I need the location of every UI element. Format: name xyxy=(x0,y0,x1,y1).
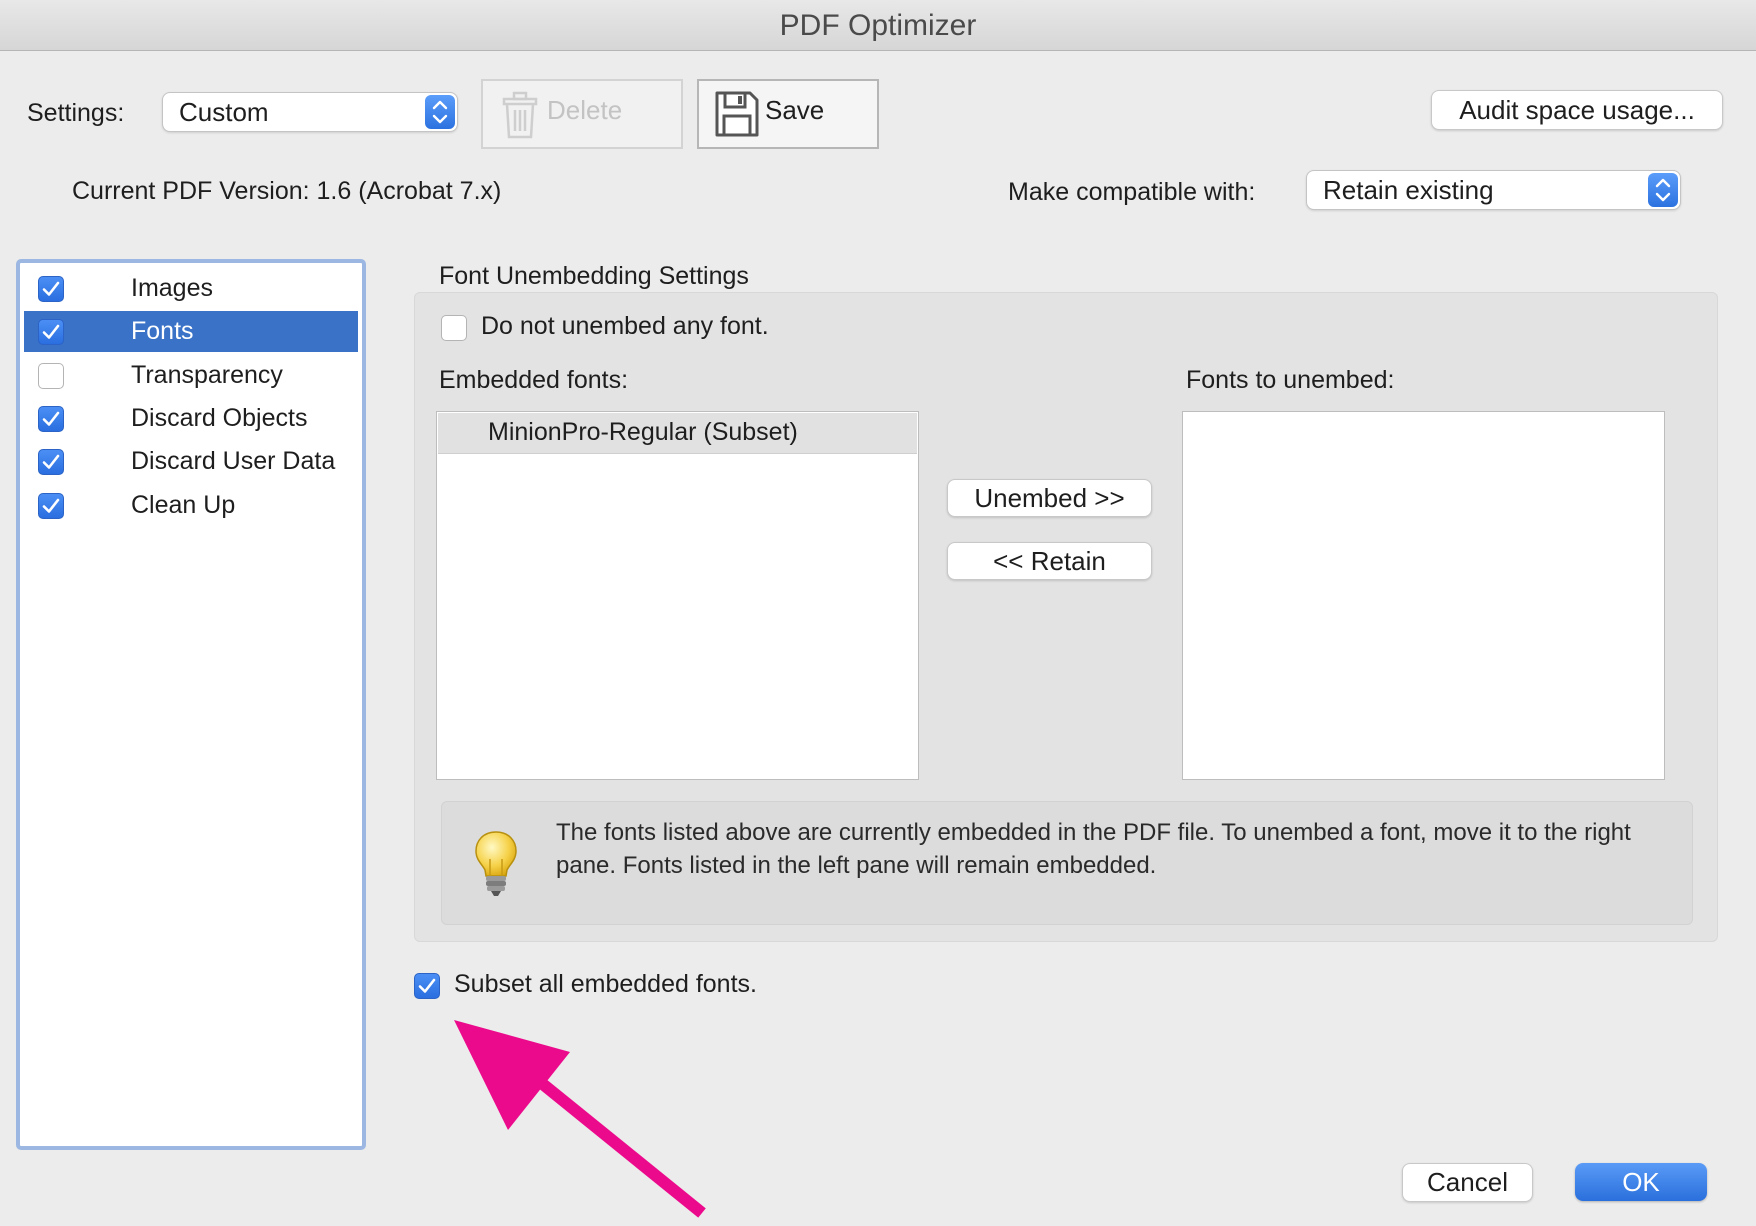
discard-objects-checkbox[interactable] xyxy=(38,406,64,432)
chevron-updown-icon xyxy=(1648,173,1678,207)
compatibility-dropdown-value: Retain existing xyxy=(1323,175,1494,205)
sidebar-item-discard-user-data[interactable]: Discard User Data xyxy=(24,441,358,482)
trash-icon xyxy=(498,89,542,146)
pdf-optimizer-dialog: PDF Optimizer Settings: Custom Delete Sa… xyxy=(0,0,1756,1226)
sidebar-item-label: Clean Up xyxy=(131,491,236,519)
sidebar-item-label: Discard Objects xyxy=(131,404,308,432)
subset-fonts-checkbox[interactable] xyxy=(414,973,440,999)
annotation-arrow xyxy=(454,1020,706,1218)
save-button-label: Save xyxy=(765,95,825,125)
discard-user-data-checkbox[interactable] xyxy=(38,449,64,475)
lightbulb-icon xyxy=(472,829,520,904)
delete-button-label: Delete xyxy=(547,95,623,125)
fonts-to-unembed-label: Fonts to unembed: xyxy=(1186,366,1395,394)
tip-box: The fonts listed above are currently emb… xyxy=(441,801,1693,925)
category-list[interactable]: Images Fonts Transparency Discard Object… xyxy=(16,259,366,1150)
fonts-checkbox[interactable] xyxy=(38,319,64,345)
settings-label: Settings: xyxy=(27,99,125,127)
ok-button[interactable]: OK xyxy=(1575,1163,1707,1201)
sidebar-item-discard-objects[interactable]: Discard Objects xyxy=(24,398,358,439)
sidebar-item-label: Images xyxy=(131,274,213,302)
embedded-fonts-label: Embedded fonts: xyxy=(439,366,629,394)
sidebar-item-clean-up[interactable]: Clean Up xyxy=(24,485,358,526)
embedded-fonts-list[interactable]: MinionPro-Regular (Subset) xyxy=(436,411,919,780)
make-compatible-label: Make compatible with: xyxy=(1008,178,1256,206)
window-title: PDF Optimizer xyxy=(779,9,977,42)
unembed-button[interactable]: Unembed >> xyxy=(947,479,1152,517)
do-not-unembed-checkbox[interactable] xyxy=(441,315,467,341)
current-pdf-version: Current PDF Version: 1.6 (Acrobat 7.x) xyxy=(72,177,502,205)
settings-dropdown-value: Custom xyxy=(179,97,269,127)
subset-fonts-label: Subset all embedded fonts. xyxy=(454,970,757,998)
sidebar-item-images[interactable]: Images xyxy=(24,268,358,309)
fonts-to-unembed-list[interactable] xyxy=(1182,411,1665,780)
clean-up-checkbox[interactable] xyxy=(38,493,64,519)
audit-space-usage-button[interactable]: Audit space usage... xyxy=(1431,90,1723,130)
floppy-disk-icon xyxy=(714,90,760,143)
sidebar-item-fonts[interactable]: Fonts xyxy=(24,311,358,352)
do-not-unembed-label: Do not unembed any font. xyxy=(481,312,769,340)
title-bar[interactable]: PDF Optimizer xyxy=(0,0,1756,51)
chevron-updown-icon xyxy=(425,95,455,129)
transparency-checkbox[interactable] xyxy=(38,363,64,389)
compatibility-dropdown[interactable]: Retain existing xyxy=(1306,170,1681,210)
sidebar-item-transparency[interactable]: Transparency xyxy=(24,355,358,396)
font-name: MinionPro-Regular (Subset) xyxy=(488,418,798,446)
list-item[interactable]: MinionPro-Regular (Subset) xyxy=(438,413,917,454)
retain-button[interactable]: << Retain xyxy=(947,542,1152,580)
save-button[interactable]: Save xyxy=(697,79,879,149)
sidebar-item-label: Discard User Data xyxy=(131,447,336,475)
sidebar-item-label: Transparency xyxy=(131,361,283,389)
images-checkbox[interactable] xyxy=(38,276,64,302)
sidebar-item-label: Fonts xyxy=(131,317,194,345)
settings-dropdown[interactable]: Custom xyxy=(162,92,458,132)
section-title: Font Unembedding Settings xyxy=(439,262,749,290)
cancel-button[interactable]: Cancel xyxy=(1402,1163,1533,1202)
delete-button[interactable]: Delete xyxy=(481,79,683,149)
tip-text: The fonts listed above are currently emb… xyxy=(556,819,1631,879)
